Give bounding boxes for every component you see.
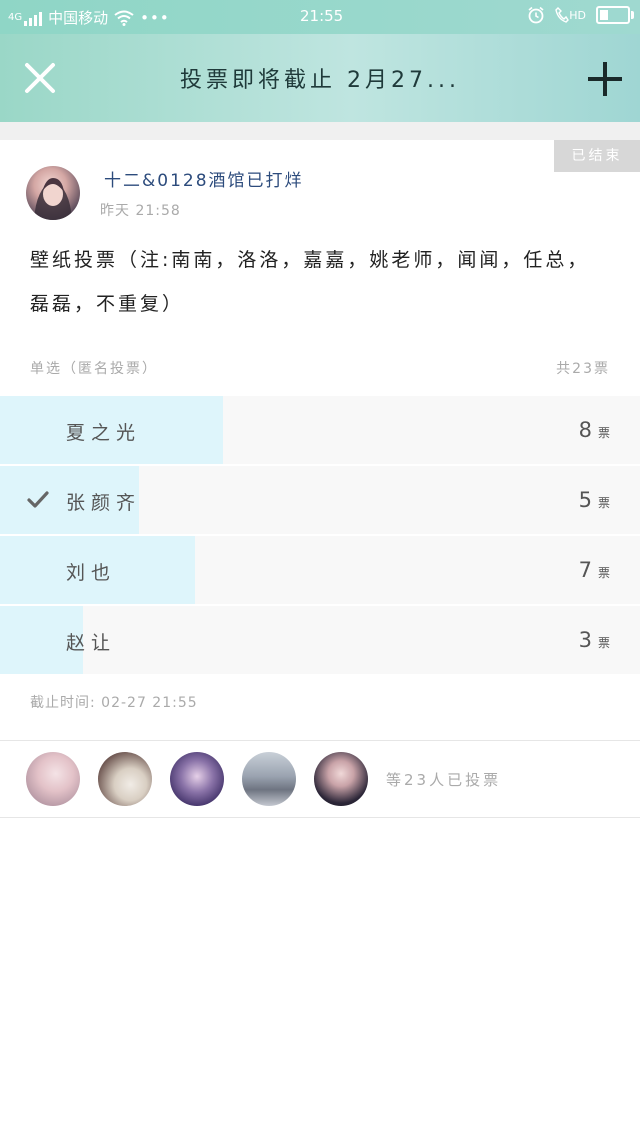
divider [0,740,640,741]
add-icon[interactable] [586,60,624,98]
nav-header: 投票即将截止 2月27... [0,34,640,122]
clock: 21:55 [300,7,344,25]
voter-list[interactable]: 等23人已投票 [26,752,501,806]
option-count-value: 3 [578,628,592,652]
option-label: 夏之光 [66,422,142,444]
option-count-value: 5 [578,488,592,512]
divider [0,817,640,818]
vote-option[interactable]: 张颜齐 5票 [0,466,640,534]
option-count-unit: 票 [597,426,610,440]
option-count: 8票 [579,418,610,442]
wifi-icon [114,10,134,26]
author-name[interactable]: 十二&0128酒馆已打烊 [104,166,304,191]
post-content: 壁纸投票（注:南南，洛洛，嘉嘉，姚老师，闻闻，任总，磊磊，不重复） [30,249,590,315]
option-label: 张颜齐 [66,492,142,514]
vote-options: 夏之光 8票 张颜齐 5票 刘也 7票 赵让 3票 [0,396,640,676]
voter-avatar[interactable] [242,752,296,806]
vote-option[interactable]: 夏之光 8票 [0,396,640,464]
vote-option[interactable]: 刘也 7票 [0,536,640,604]
carrier-name: 中国移动 [48,9,109,27]
option-count: 5票 [579,488,610,512]
battery-icon [596,6,634,24]
network-type: 4G [8,12,23,23]
option-count: 3票 [579,628,610,652]
option-count-value: 7 [578,558,592,582]
voter-avatar[interactable] [170,752,224,806]
more-notifications: ••• [140,8,170,27]
option-count-unit: 票 [597,566,610,580]
alarm-icon [528,6,544,24]
status-left: 4G 中国移动 ••• [8,7,170,28]
post-time: 昨天 21:58 [100,203,181,219]
voter-avatar[interactable] [314,752,368,806]
section-gap [0,122,640,140]
status-bar: 4G 中国移动 ••• 21:55 HD [0,0,640,34]
close-icon[interactable] [22,60,58,96]
vote-total: 共23票 [556,361,610,377]
signal-icon [24,10,43,26]
status-badge: 已结束 [554,140,640,172]
option-label: 赵让 [66,632,117,654]
page-title: 投票即将截止 2月27... [180,68,460,93]
vote-type: 单选（匿名投票） [30,361,158,377]
voter-summary[interactable]: 等23人已投票 [386,769,501,790]
voter-avatar[interactable] [98,752,152,806]
option-count-unit: 票 [597,496,610,510]
voter-avatar[interactable] [26,752,80,806]
option-count-value: 8 [578,418,592,442]
author-avatar[interactable] [26,166,80,220]
option-count: 7票 [579,558,610,582]
vote-option[interactable]: 赵让 3票 [0,606,640,674]
hd-call-icon: HD [555,7,586,23]
status-right: HD [527,6,634,24]
avatar-image [34,178,72,220]
check-icon [27,491,49,508]
hd-label: HD [569,8,586,22]
deadline-text: 截止时间: 02-27 21:55 [30,695,198,711]
option-count-unit: 票 [597,636,610,650]
option-label: 刘也 [66,562,117,584]
